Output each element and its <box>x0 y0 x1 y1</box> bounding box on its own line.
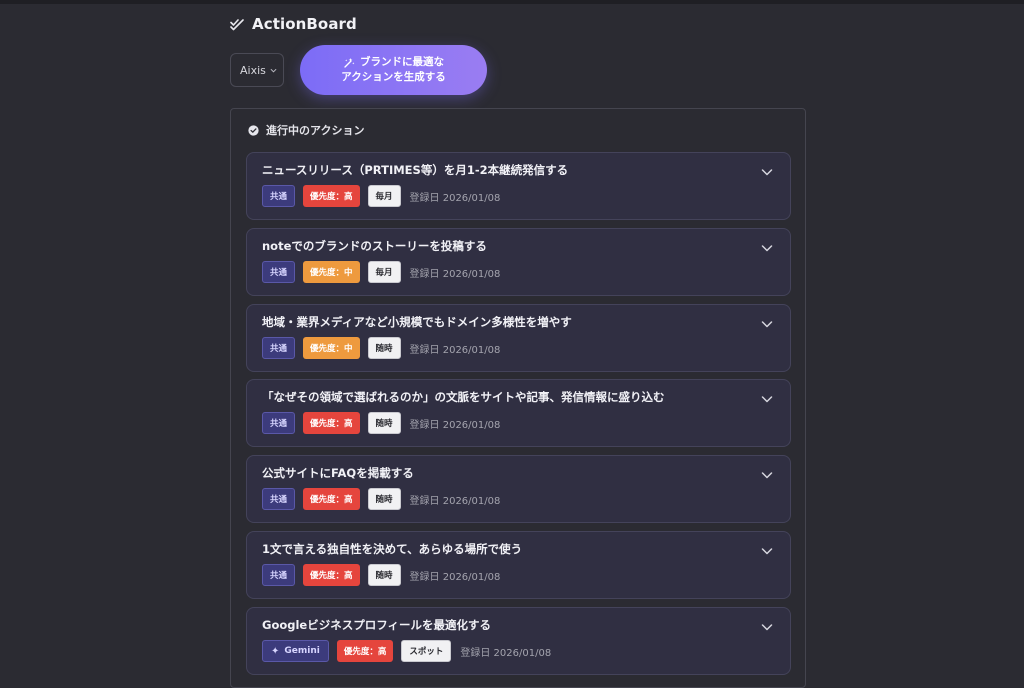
registered-date: 登録日 2026/01/08 <box>409 495 501 507</box>
scope-tag: 共通 <box>262 185 296 207</box>
priority-tag: 優先度：高 <box>303 412 360 434</box>
brand-select-value: Aixis <box>240 63 266 77</box>
double-check-icon <box>230 19 244 31</box>
action-title: 地域・業界メディアなど小規模でもドメイン多様性を増やす <box>262 315 572 329</box>
registered-date: 登録日 2026/01/08 <box>460 647 552 659</box>
frequency-tag: スポット <box>401 640 452 662</box>
action-title: noteでのブランドのストーリーを投稿する <box>262 239 487 253</box>
frequency-tag: 毎月 <box>367 261 401 283</box>
scope-tag: ✦ Gemini <box>262 640 329 662</box>
action-tags: 共通 優先度：中 毎月 登録日 2026/01/08 <box>262 261 500 283</box>
registered-date: 登録日 2026/01/08 <box>409 268 501 280</box>
priority-tag: 優先度：高 <box>336 640 394 662</box>
action-card[interactable]: 1文で言える独自性を決めて、あらゆる場所で使う 共通 優先度：高 随時 登録日 … <box>246 531 791 599</box>
action-title: 1文で言える独自性を決めて、あらゆる場所で使う <box>262 542 523 556</box>
app-title: ActionBoard <box>252 15 357 33</box>
scope-label: Gemini <box>284 646 320 656</box>
action-tags: 共通 優先度：高 随時 登録日 2026/01/08 <box>262 564 500 586</box>
action-card[interactable]: noteでのブランドのストーリーを投稿する 共通 優先度：中 毎月 登録日 20… <box>246 228 791 296</box>
chevron-down-icon[interactable] <box>761 242 773 254</box>
action-tags: 共通 優先度：中 随時 登録日 2026/01/08 <box>262 337 500 359</box>
scope-tag: 共通 <box>262 261 296 283</box>
action-card[interactable]: 「なぜその領域で選ばれるのか」の文脈をサイトや記事、発信情報に盛り込む 共通 優… <box>246 379 791 447</box>
frequency-tag: 随時 <box>367 488 401 510</box>
frequency-tag: 随時 <box>367 412 401 434</box>
chevron-down-icon[interactable] <box>761 393 773 405</box>
chevron-down-icon[interactable] <box>761 621 773 633</box>
frequency-tag: 随時 <box>367 337 401 359</box>
frequency-tag: 毎月 <box>367 185 401 207</box>
frequency-tag: 随時 <box>367 564 401 586</box>
registered-date: 登録日 2026/01/08 <box>409 419 501 431</box>
scope-tag: 共通 <box>262 412 296 434</box>
app-header: ActionBoard <box>230 14 357 34</box>
section-title: 進行中のアクション <box>266 124 365 137</box>
chevron-down-icon[interactable] <box>761 318 773 330</box>
brand-select[interactable]: Aixis <box>230 53 284 87</box>
action-tags: 共通 優先度：高 随時 登録日 2026/01/08 <box>262 412 500 434</box>
action-tags: ✦ Gemini 優先度：高 スポット 登録日 2026/01/08 <box>262 640 551 662</box>
sparkle-icon: ✦ <box>271 645 280 657</box>
generate-button-line1: ブランドに最適な <box>360 56 444 68</box>
scope-tag: 共通 <box>262 488 296 510</box>
chevron-down-icon[interactable] <box>761 545 773 557</box>
scope-tag: 共通 <box>262 564 296 586</box>
action-title: 「なぜその領域で選ばれるのか」の文脈をサイトや記事、発信情報に盛り込む <box>262 390 665 404</box>
controls-bar: Aixis ブランドに最適な アクションを生成する <box>230 45 806 95</box>
check-circle-icon <box>248 124 259 136</box>
action-title: Googleビジネスプロフィールを最適化する <box>262 618 491 632</box>
action-card[interactable]: 公式サイトにFAQを掲載する 共通 優先度：高 随時 登録日 2026/01/0… <box>246 455 791 523</box>
actions-panel: 進行中のアクション ニュースリリース（PRTIMES等）を月1-2本継続発信する… <box>230 108 806 688</box>
action-tags: 共通 優先度：高 毎月 登録日 2026/01/08 <box>262 185 500 207</box>
action-card[interactable]: ニュースリリース（PRTIMES等）を月1-2本継続発信する 共通 優先度：高 … <box>246 152 791 220</box>
chevron-down-icon[interactable] <box>761 166 773 178</box>
action-card[interactable]: Googleビジネスプロフィールを最適化する ✦ Gemini 優先度：高 スポ… <box>246 607 791 675</box>
registered-date: 登録日 2026/01/08 <box>409 192 501 204</box>
priority-tag: 優先度：高 <box>303 488 360 510</box>
registered-date: 登録日 2026/01/08 <box>409 571 501 583</box>
generate-actions-button[interactable]: ブランドに最適な アクションを生成する <box>300 45 487 95</box>
action-card[interactable]: 地域・業界メディアなど小規模でもドメイン多様性を増やす 共通 優先度：中 随時 … <box>246 304 791 372</box>
priority-tag: 優先度：中 <box>303 261 360 283</box>
chevron-down-icon <box>270 68 277 73</box>
action-title: 公式サイトにFAQを掲載する <box>262 466 414 480</box>
section-header: 進行中のアクション <box>248 122 364 138</box>
priority-tag: 優先度：高 <box>303 185 360 207</box>
generate-button-line2: アクションを生成する <box>341 71 446 83</box>
priority-tag: 優先度：高 <box>303 564 360 586</box>
magic-wand-icon <box>344 57 355 68</box>
action-tags: 共通 優先度：高 随時 登録日 2026/01/08 <box>262 488 500 510</box>
window-top-bar <box>0 0 1024 4</box>
chevron-down-icon[interactable] <box>761 469 773 481</box>
scope-tag: 共通 <box>262 337 296 359</box>
action-title: ニュースリリース（PRTIMES等）を月1-2本継続発信する <box>262 163 569 177</box>
priority-tag: 優先度：中 <box>303 337 360 359</box>
registered-date: 登録日 2026/01/08 <box>409 344 501 356</box>
